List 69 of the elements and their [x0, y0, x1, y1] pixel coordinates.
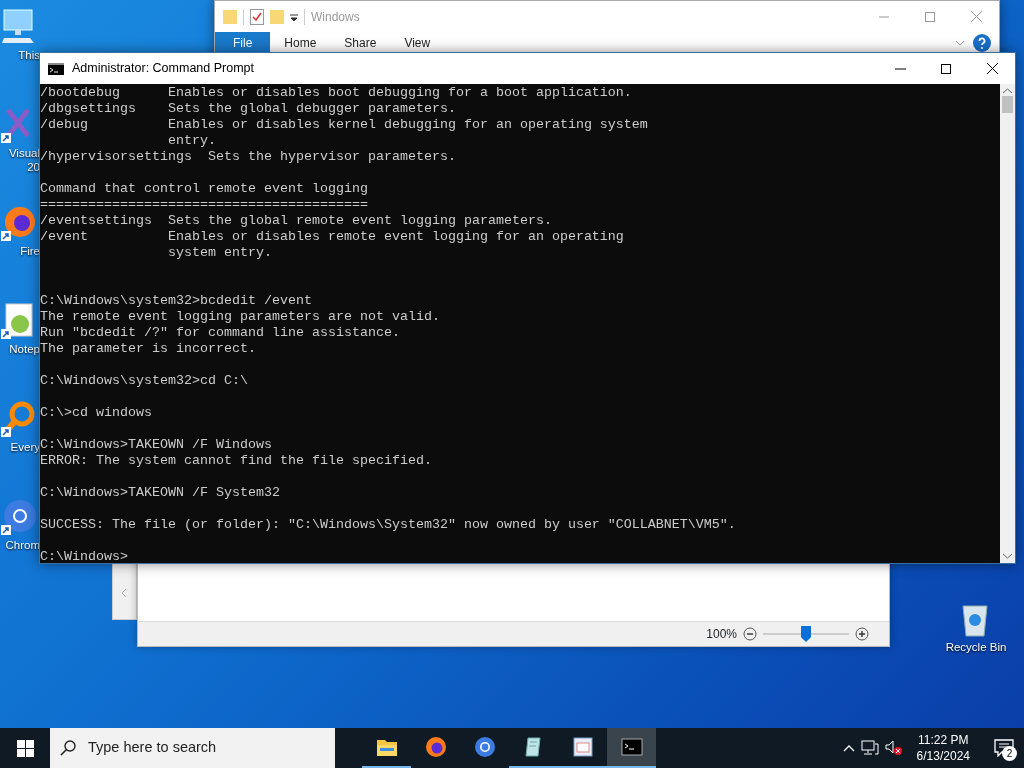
console-line: C:\Windows>: [40, 549, 129, 563]
console-line: /eventsettings Sets the global remote event logging parameters.: [40, 213, 553, 229]
ribbon-tab[interactable]: File: [215, 32, 271, 53]
console-line: SUCCESS: The file (or folder): "C:\Windows\System32" now owned by user "COLLABNET\VM5".: [40, 517, 737, 533]
console-line: /debug Enables or disables kernel debugging for an operating system: [40, 117, 649, 133]
firefox-icon: [424, 736, 447, 758]
clock[interactable]: 11:22 PM 6/13/2024: [908, 732, 978, 764]
console-line: ERROR: The system cannot find the file specified.: [40, 453, 433, 469]
window-title: Administrator: Command Prompt: [72, 60, 254, 78]
console-line: /hypervisorsettings Sets the hypervisor parameters.: [40, 149, 457, 165]
console-line: The remote event logging parameters are not valid.: [40, 309, 441, 325]
close-icon: [970, 11, 982, 22]
console-line: entry.: [166, 133, 217, 149]
ribbon-tab[interactable]: Share: [330, 32, 391, 53]
slider-thumb[interactable]: [801, 626, 811, 642]
console-line: Run "bcdedit /?" for command line assistance.: [40, 325, 401, 341]
firefox-icon[interactable]: [0, 204, 38, 244]
chat-bubble-icon: [994, 739, 1014, 757]
maximize-icon: [941, 63, 951, 74]
window-title: Windows: [311, 8, 360, 26]
scrollbar-thumb[interactable]: [1002, 96, 1013, 113]
chevron-up-icon[interactable]: [842, 744, 855, 752]
console-line: C:\Windows>TAKEOWN /F System32: [40, 485, 281, 501]
zoom-in-icon[interactable]: [855, 627, 869, 641]
help-icon[interactable]: [973, 33, 991, 52]
muted-speaker-icon[interactable]: [884, 740, 903, 756]
search-field[interactable]: Type here to search: [86, 736, 326, 760]
console-line: The parameter is incorrect.: [40, 341, 257, 357]
dropdown-icon[interactable]: [290, 12, 298, 21]
scroll-down-icon[interactable]: [1003, 553, 1012, 559]
windows-logo-icon: [16, 739, 34, 757]
console-line: C:\Windows\system32>cd C:\: [40, 373, 249, 389]
console-line: Command that control remote event logging: [40, 181, 369, 197]
notifications-button[interactable]: 2: [984, 728, 1024, 768]
properties-icon[interactable]: [250, 8, 264, 25]
icon-label[interactable]: Notep: [9, 342, 40, 356]
console-line: C:\Windows\system32>bcdedit /event: [40, 293, 313, 309]
network-icon[interactable]: [860, 740, 879, 756]
search-box[interactable]: Type here to search: [50, 728, 335, 768]
close-icon: [986, 63, 998, 74]
console-line: system entry.: [166, 245, 273, 261]
icon-label[interactable]: Recycle Bin: [945, 640, 1007, 654]
console-line: C:\Windows>TAKEOWN /F Windows: [40, 437, 273, 452]
terminal-icon: [620, 736, 643, 758]
icon-label[interactable]: Chrom: [5, 538, 40, 552]
chrome-icon[interactable]: [0, 498, 38, 538]
console-line: /bootdebug Enables or disables boot debugging for a boot application.: [40, 85, 633, 101]
notification-count: 2: [1002, 746, 1017, 761]
icon-label[interactable]: Fire: [20, 244, 40, 258]
scroll-up-icon[interactable]: [1003, 88, 1012, 94]
ribbon-tab[interactable]: Home: [270, 32, 331, 53]
icon-label[interactable]: Every: [10, 440, 40, 454]
ribbon-tab[interactable]: View: [390, 32, 445, 53]
picture-frame-icon: [571, 736, 594, 758]
maximize-icon: [925, 11, 935, 22]
scrollbar[interactable]: [1000, 84, 1015, 563]
icon-label[interactable]: This: [18, 48, 40, 62]
console-line: /event Enables or disables remote event logging for an operating: [40, 229, 625, 245]
taskbar-app[interactable]: [607, 728, 656, 768]
zoom-level: 100%: [706, 626, 737, 643]
search-icon: [60, 740, 76, 756]
terminal-icon: [48, 62, 64, 75]
console-line: /dbgsettings Sets the global debugger parameters.: [40, 101, 457, 117]
chevron-down-icon[interactable]: [955, 39, 965, 46]
console-line: C:\>cd windows: [40, 405, 153, 421]
chrome-icon: [473, 736, 496, 758]
icon-label[interactable]: Visual 20: [0, 146, 40, 174]
zoom-out-icon[interactable]: [743, 627, 757, 641]
console-line: =========================================: [40, 197, 369, 213]
